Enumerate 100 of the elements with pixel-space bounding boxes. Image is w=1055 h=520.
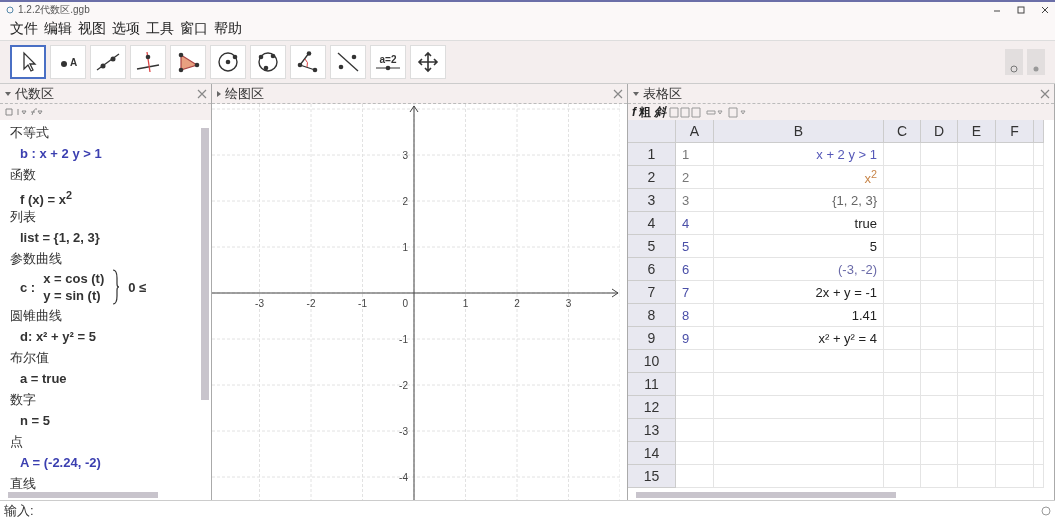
empty-cell[interactable]	[1034, 281, 1044, 304]
sort-options-icon[interactable]	[4, 107, 44, 117]
empty-cell[interactable]	[714, 350, 884, 373]
menu-item[interactable]: 窗口	[180, 20, 208, 38]
empty-cell[interactable]	[714, 419, 884, 442]
empty-cell[interactable]	[1034, 258, 1044, 281]
tool-button[interactable]: a=2	[370, 45, 406, 79]
empty-cell[interactable]	[884, 327, 921, 350]
header-corner[interactable]	[628, 120, 676, 143]
row-header[interactable]: 8	[628, 304, 676, 327]
row-header[interactable]: 6	[628, 258, 676, 281]
scrollbar[interactable]	[201, 128, 209, 400]
empty-cell[interactable]	[958, 304, 996, 327]
row-header[interactable]: 12	[628, 396, 676, 419]
row-header[interactable]: 2	[628, 166, 676, 189]
empty-cell[interactable]	[1034, 327, 1044, 350]
empty-cell[interactable]	[1034, 442, 1044, 465]
empty-cell[interactable]	[958, 350, 996, 373]
category-label[interactable]: 不等式	[10, 122, 201, 143]
empty-cell[interactable]	[996, 189, 1034, 212]
column-header[interactable]: A	[676, 120, 714, 143]
empty-cell[interactable]	[958, 373, 996, 396]
empty-cell[interactable]	[996, 350, 1034, 373]
algebra-entry[interactable]: n = 5	[10, 410, 201, 431]
row-header[interactable]: 5	[628, 235, 676, 258]
empty-cell[interactable]	[921, 235, 958, 258]
empty-cell[interactable]	[921, 442, 958, 465]
empty-cell[interactable]	[958, 166, 996, 189]
empty-cell[interactable]	[996, 419, 1034, 442]
alignment-and-border-icon[interactable]	[669, 106, 749, 118]
category-label[interactable]: 数字	[10, 389, 201, 410]
empty-cell[interactable]	[714, 396, 884, 419]
empty-cell[interactable]	[884, 212, 921, 235]
empty-cell[interactable]	[884, 189, 921, 212]
empty-cell[interactable]	[958, 235, 996, 258]
column-header[interactable]: C	[884, 120, 921, 143]
column-header[interactable]	[1034, 120, 1044, 143]
empty-cell[interactable]	[921, 465, 958, 488]
menu-item[interactable]: 视图	[78, 20, 106, 38]
empty-cell[interactable]	[996, 166, 1034, 189]
menu-item[interactable]: 帮助	[214, 20, 242, 38]
empty-cell[interactable]	[958, 396, 996, 419]
empty-cell[interactable]	[996, 281, 1034, 304]
format-button[interactable]: 粗	[639, 103, 651, 121]
settings-button[interactable]	[1027, 49, 1045, 75]
empty-cell[interactable]	[921, 189, 958, 212]
maximize-icon[interactable]	[1017, 6, 1025, 14]
empty-cell[interactable]	[996, 258, 1034, 281]
empty-cell[interactable]	[996, 212, 1034, 235]
empty-cell[interactable]	[884, 258, 921, 281]
menu-item[interactable]: 工具	[146, 20, 174, 38]
empty-cell[interactable]	[1034, 396, 1044, 419]
empty-cell[interactable]	[921, 281, 958, 304]
format-button[interactable]: 斜	[654, 103, 666, 121]
empty-cell[interactable]	[958, 281, 996, 304]
category-label[interactable]: 点	[10, 431, 201, 452]
empty-cell[interactable]	[958, 143, 996, 166]
algebra-entry[interactable]: d: x² + y² = 5	[10, 326, 201, 347]
empty-cell[interactable]	[958, 442, 996, 465]
row-header[interactable]: 9	[628, 327, 676, 350]
empty-cell[interactable]	[1034, 189, 1044, 212]
column-header[interactable]: E	[958, 120, 996, 143]
empty-cell[interactable]	[996, 235, 1034, 258]
algebra-entry[interactable]: b : x + 2 y > 1	[10, 143, 201, 164]
row-header[interactable]: 7	[628, 281, 676, 304]
help-button[interactable]	[1005, 49, 1023, 75]
empty-cell[interactable]	[996, 304, 1034, 327]
row-header[interactable]: 10	[628, 350, 676, 373]
close-icon[interactable]	[1041, 6, 1049, 14]
row-header[interactable]: 13	[628, 419, 676, 442]
category-label[interactable]: 圆锥曲线	[10, 305, 201, 326]
column-header[interactable]: F	[996, 120, 1034, 143]
category-label[interactable]: 布尔值	[10, 347, 201, 368]
empty-cell[interactable]	[884, 419, 921, 442]
empty-cell[interactable]	[1034, 212, 1044, 235]
empty-cell[interactable]	[1034, 350, 1044, 373]
collapse-arrow-icon[interactable]	[4, 89, 12, 98]
empty-cell[interactable]	[1034, 166, 1044, 189]
format-button[interactable]: f	[632, 105, 636, 119]
empty-cell[interactable]	[884, 281, 921, 304]
tool-button[interactable]: A	[50, 45, 86, 79]
empty-cell[interactable]	[921, 419, 958, 442]
tool-button[interactable]	[10, 45, 46, 79]
empty-cell[interactable]	[996, 396, 1034, 419]
empty-cell[interactable]	[996, 143, 1034, 166]
empty-cell[interactable]	[884, 465, 921, 488]
row-header[interactable]: 11	[628, 373, 676, 396]
empty-cell[interactable]	[996, 373, 1034, 396]
algebra-entry[interactable]: a = true	[10, 368, 201, 389]
scrollbar[interactable]	[636, 492, 896, 498]
empty-cell[interactable]	[921, 258, 958, 281]
category-label[interactable]: 参数曲线	[10, 248, 201, 269]
empty-cell[interactable]	[921, 166, 958, 189]
empty-cell[interactable]	[884, 143, 921, 166]
column-header[interactable]: B	[714, 120, 884, 143]
empty-cell[interactable]	[884, 235, 921, 258]
empty-cell[interactable]	[714, 465, 884, 488]
empty-cell[interactable]	[958, 419, 996, 442]
help-icon[interactable]	[1041, 505, 1051, 516]
menu-item[interactable]: 文件	[10, 20, 38, 38]
